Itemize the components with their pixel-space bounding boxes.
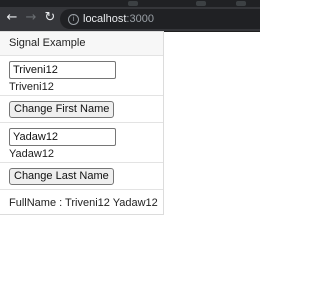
last-name-button-row: Change Last Name (0, 163, 163, 190)
first-name-button-row: Change First Name (0, 96, 163, 123)
first-name-echo: Triveni12 (9, 81, 54, 93)
fullname-row: FullName : Triveni12 Yadaw12 (0, 190, 163, 215)
url-host: localhost (83, 13, 127, 25)
info-icon[interactable]: i (68, 14, 79, 25)
browser-tab-strip (0, 0, 260, 7)
url-text: localhost:3000 (83, 12, 154, 26)
url-port: :3000 (126, 13, 154, 25)
browser-tab[interactable] (196, 1, 206, 6)
change-last-name-button[interactable]: Change Last Name (9, 168, 114, 185)
card-header: Signal Example (0, 32, 163, 56)
browser-tab[interactable] (236, 1, 246, 6)
forward-arrow-icon[interactable]: → (24, 11, 38, 25)
last-name-echo: Yadaw12 (9, 148, 55, 160)
card-title: Signal Example (9, 37, 86, 49)
last-name-section: Yadaw12 (0, 123, 163, 163)
address-bar[interactable]: i localhost:3000 (60, 9, 260, 29)
signal-example-card: Signal Example Triveni12 Change First Na… (0, 31, 164, 215)
back-arrow-icon[interactable]: ← (5, 11, 19, 25)
first-name-input[interactable] (9, 61, 116, 79)
browser-toolbar: ← → ↻ i localhost:3000 (0, 7, 260, 32)
reload-icon[interactable]: ↻ (43, 11, 57, 25)
change-first-name-button[interactable]: Change First Name (9, 101, 115, 118)
browser-tab[interactable] (128, 1, 138, 6)
last-name-input[interactable] (9, 128, 116, 146)
first-name-section: Triveni12 (0, 56, 163, 96)
fullname-text: FullName : Triveni12 Yadaw12 (9, 197, 158, 209)
